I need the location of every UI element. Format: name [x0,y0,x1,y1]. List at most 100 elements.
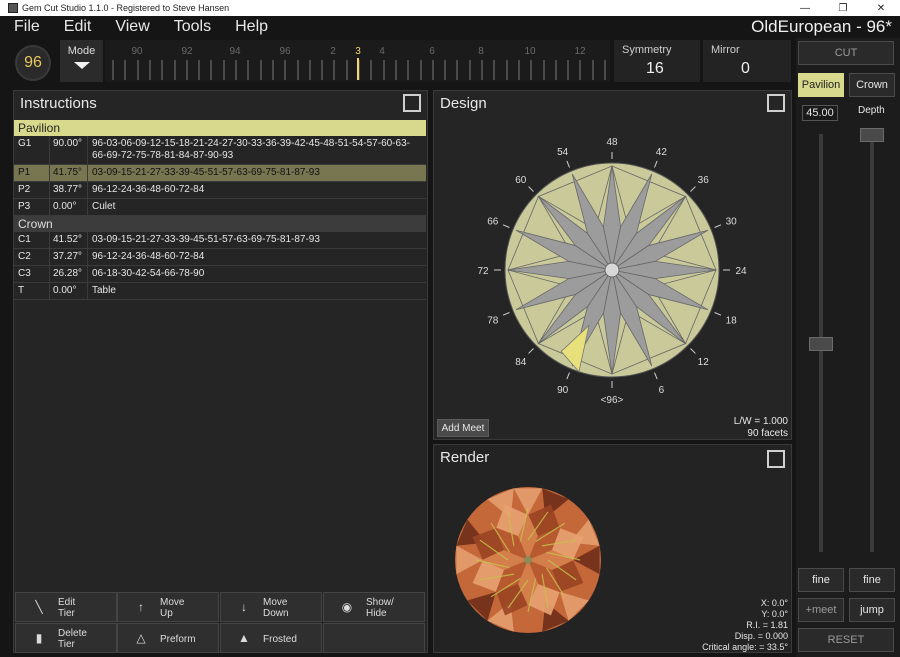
indexes-cell: 96-03-06-09-12-15-18-21-24-27-30-33-36-3… [92,138,410,161]
indexes-cell: 03-09-15-21-27-33-39-45-51-57-63-69-75-8… [92,167,320,178]
edit-tier-button[interactable]: ╲ Edit Tier [15,592,117,622]
indexes-cell: 03-09-15-21-27-33-39-45-51-57-63-69-75-8… [92,234,320,245]
window-title: Gem Cut Studio 1.1.0 - Registered to Ste… [22,3,230,13]
table-row[interactable]: T 0.00° Table [14,283,426,300]
cut-button[interactable]: CUT [798,41,894,65]
delete-tier-button[interactable]: ▮ Delete Tier [15,623,117,653]
pavilion-toggle[interactable]: Pavilion [798,73,844,97]
close-button[interactable]: ✕ [862,0,900,16]
design-diagram[interactable]: 48 42 36 30 24 18 12 6 <96> 90 84 78 72 66 60 54 [433,110,792,410]
ruler-tick [394,60,397,80]
culet-point [604,262,620,278]
angle-cell: 26.28° [50,266,88,282]
trash-icon: ▮ [35,631,43,645]
ruler-tick [136,60,139,80]
mode-button[interactable]: Mode [60,40,103,82]
angle-slider-thumb[interactable] [809,337,833,351]
depth-slider-track[interactable] [870,134,874,552]
show-hide-button[interactable]: ◉ Show/ Hide [323,592,425,622]
ruler-tick [468,60,471,80]
indexes-cell: 96-12-24-36-48-60-72-84 [92,184,205,195]
ruler-tick [148,60,151,80]
mirror-value[interactable]: 0 [741,60,750,78]
ruler-tick [112,60,114,80]
angle-input[interactable]: 45.00 [802,105,838,121]
tier-cell: G1 [14,136,50,164]
fine-depth-button[interactable]: fine [849,568,895,592]
window-title-bar: Gem Cut Studio 1.1.0 - Registered to Ste… [0,0,900,16]
ruler-label: 3 [355,46,361,57]
index-label: 24 [735,266,747,277]
meet-button[interactable]: +meet [798,598,844,622]
ruler-tick [382,60,385,80]
facets-readout: 90 facets [747,428,788,439]
critical-angle-readout: Critical angle: = 33.5° [702,642,788,652]
empty-button-slot [323,623,425,653]
move-up-label: Move Up [160,597,185,619]
ruler-tick [345,60,348,80]
index-tick [714,312,722,316]
index-label: 78 [487,315,499,326]
render-culet [524,556,532,564]
ruler-tick [210,60,213,80]
ruler-tick [222,60,225,80]
preform-button[interactable]: △ Preform [117,623,219,653]
depth-slider-thumb[interactable] [860,128,884,142]
menu-view[interactable]: View [115,18,149,36]
index-label: 66 [487,217,499,228]
maximize-button[interactable]: ❐ [824,0,862,16]
move-up-button[interactable]: ↑ Move Up [117,592,219,622]
table-row[interactable]: P3 0.00° Culet [14,199,426,216]
frosted-button[interactable]: ▲ Frosted [220,623,322,653]
ruler-tick [284,60,287,80]
table-row[interactable]: C1 41.52° 03-09-15-21-27-33-39-45-51-57-… [14,232,426,249]
menu-tools[interactable]: Tools [174,18,211,36]
instructions-maximize-icon[interactable] [403,94,421,112]
ruler-tick [308,60,311,80]
menu-help[interactable]: Help [235,18,268,36]
gem-render[interactable] [448,480,608,640]
index-ruler[interactable]: 90 92 94 96 2 3 4 6 8 10 12 [105,40,610,82]
ruler-tick [235,60,237,80]
ruler-tick [431,60,434,80]
move-down-label: Move Down [263,597,289,619]
mirror-box[interactable]: Mirror 0 [703,40,791,82]
ruler-tick [579,60,582,80]
table-row[interactable]: G1 90.00° 96-03-06-09-12-15-18-21-24-27-… [14,136,426,165]
ruler-tick [567,60,570,80]
ruler-tick [407,60,410,80]
triangle-filled-icon: ▲ [238,631,250,645]
ruler-cursor[interactable] [357,58,359,80]
section-crown[interactable]: Crown [14,216,426,232]
current-index-badge: 96 [15,45,51,81]
tier-cell: P3 [14,199,50,215]
instructions-title: Instructions [20,95,97,112]
section-pavilion[interactable]: Pavilion [14,120,426,136]
tier-cell: C2 [14,249,50,265]
fine-angle-button[interactable]: fine [798,568,844,592]
add-meet-button[interactable]: Add Meet [437,419,489,437]
tier-cell: C3 [14,266,50,282]
render-maximize-icon[interactable] [767,450,785,468]
menu-edit[interactable]: Edit [64,18,92,36]
ruler-tick [604,60,606,80]
move-down-button[interactable]: ↓ Move Down [220,592,322,622]
ruler-tick [542,60,545,80]
ruler-tick [296,60,299,80]
table-row-selected[interactable]: P1 41.75° 03-09-15-21-27-33-39-45-51-57-… [14,165,426,182]
symmetry-box[interactable]: Symmetry 16 [614,40,700,82]
table-row[interactable]: P2 38.77° 96-12-24-36-48-60-72-84 [14,182,426,199]
table-row[interactable]: C3 26.28° 06-18-30-42-54-66-78-90 [14,266,426,283]
crown-toggle[interactable]: Crown [849,73,895,97]
ruler-tick [419,60,422,80]
menu-file[interactable]: File [14,18,40,36]
ruler-label: 94 [229,46,241,57]
symmetry-label: Symmetry [622,44,672,56]
jump-button[interactable]: jump [849,598,895,622]
ruler-label: 90 [131,46,143,57]
minimize-button[interactable]: — [786,0,824,16]
symmetry-value[interactable]: 16 [646,60,664,78]
index-label: 60 [515,175,527,186]
table-row[interactable]: C2 37.27° 96-12-24-36-48-60-72-84 [14,249,426,266]
reset-button[interactable]: RESET [798,628,894,652]
